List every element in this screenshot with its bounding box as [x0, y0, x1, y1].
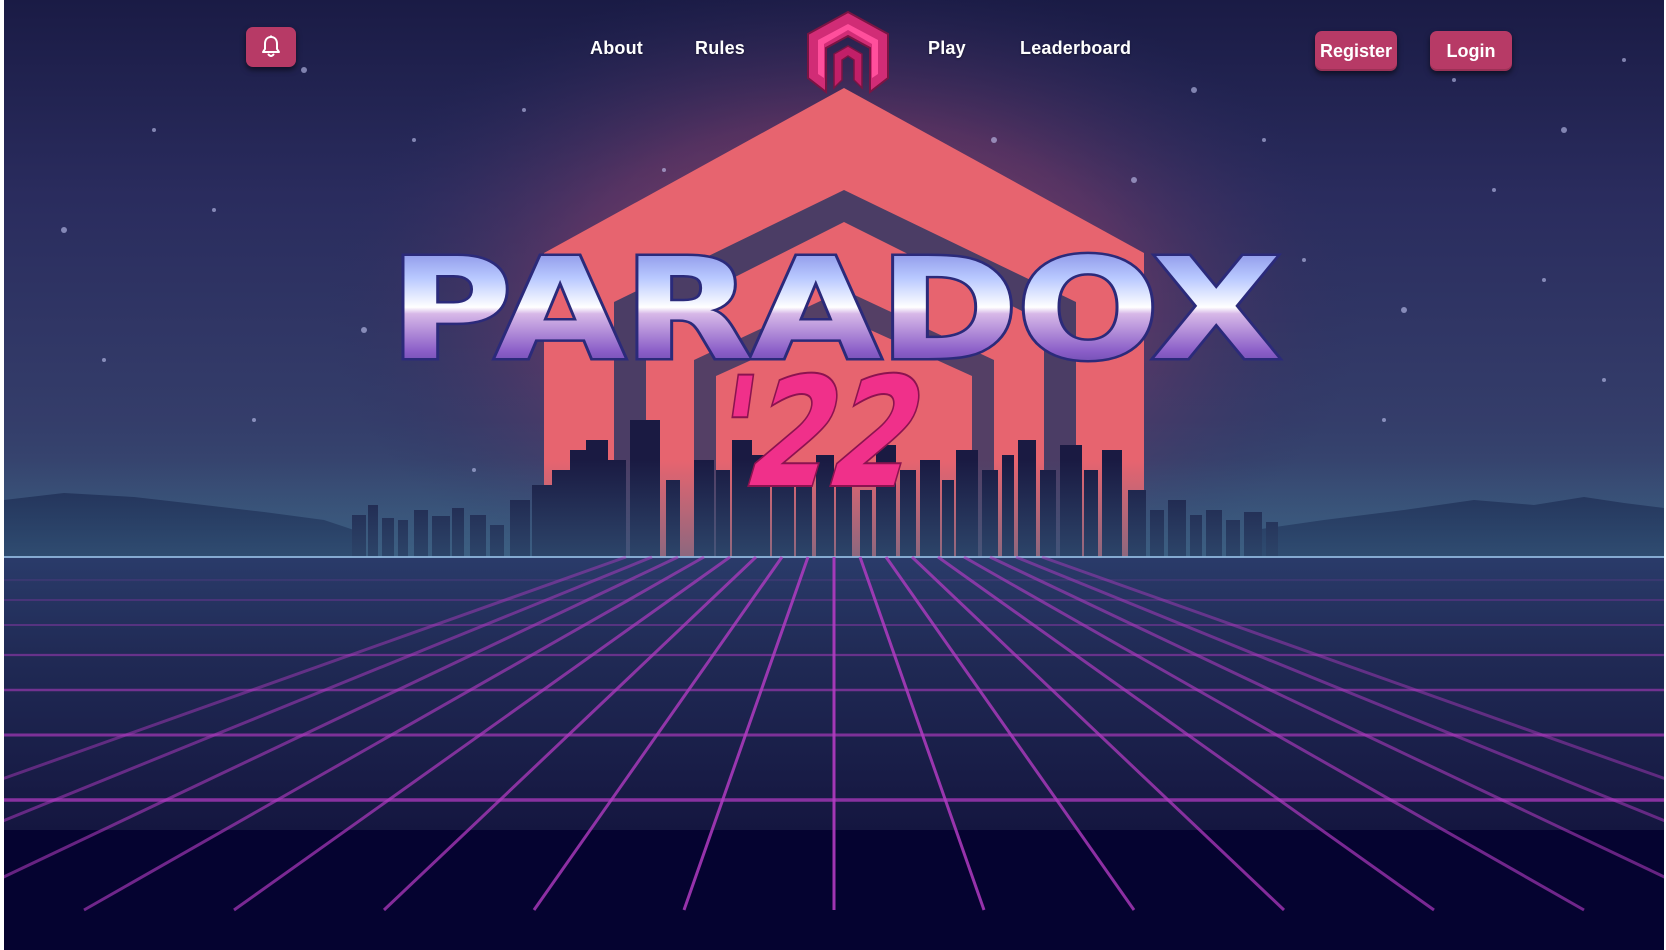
nav-link-play[interactable]: Play — [928, 38, 966, 59]
star — [102, 358, 106, 362]
star — [252, 418, 256, 422]
star — [1262, 138, 1266, 142]
star — [1382, 418, 1386, 422]
star — [412, 138, 416, 142]
hero-year-text: '22 — [722, 346, 932, 505]
star — [1401, 307, 1407, 313]
star — [662, 168, 666, 172]
login-button[interactable]: Login — [1430, 31, 1512, 71]
star — [1602, 378, 1606, 382]
star — [1542, 278, 1546, 282]
star — [1302, 258, 1306, 262]
star — [1452, 78, 1456, 82]
star — [212, 208, 216, 212]
star — [61, 227, 67, 233]
nav-link-leaderboard[interactable]: Leaderboard — [1020, 38, 1131, 59]
star — [1492, 188, 1496, 192]
notifications-button[interactable] — [246, 27, 296, 67]
star — [522, 108, 526, 112]
nav-link-rules[interactable]: Rules — [695, 38, 745, 59]
star — [1622, 58, 1626, 62]
page-frame: About Rules Play Leaderboard Register Lo… — [4, 0, 1664, 950]
star — [991, 137, 997, 143]
bell-icon — [262, 35, 280, 57]
hero-year: '22 — [722, 345, 934, 505]
star — [1131, 177, 1137, 183]
paradox-logo-icon[interactable] — [804, 8, 892, 96]
star — [1191, 87, 1197, 93]
register-button[interactable]: Register — [1315, 31, 1397, 71]
star — [301, 67, 307, 73]
nav-link-about[interactable]: About — [590, 38, 643, 59]
star — [152, 128, 156, 132]
star — [1561, 127, 1567, 133]
star — [361, 327, 367, 333]
